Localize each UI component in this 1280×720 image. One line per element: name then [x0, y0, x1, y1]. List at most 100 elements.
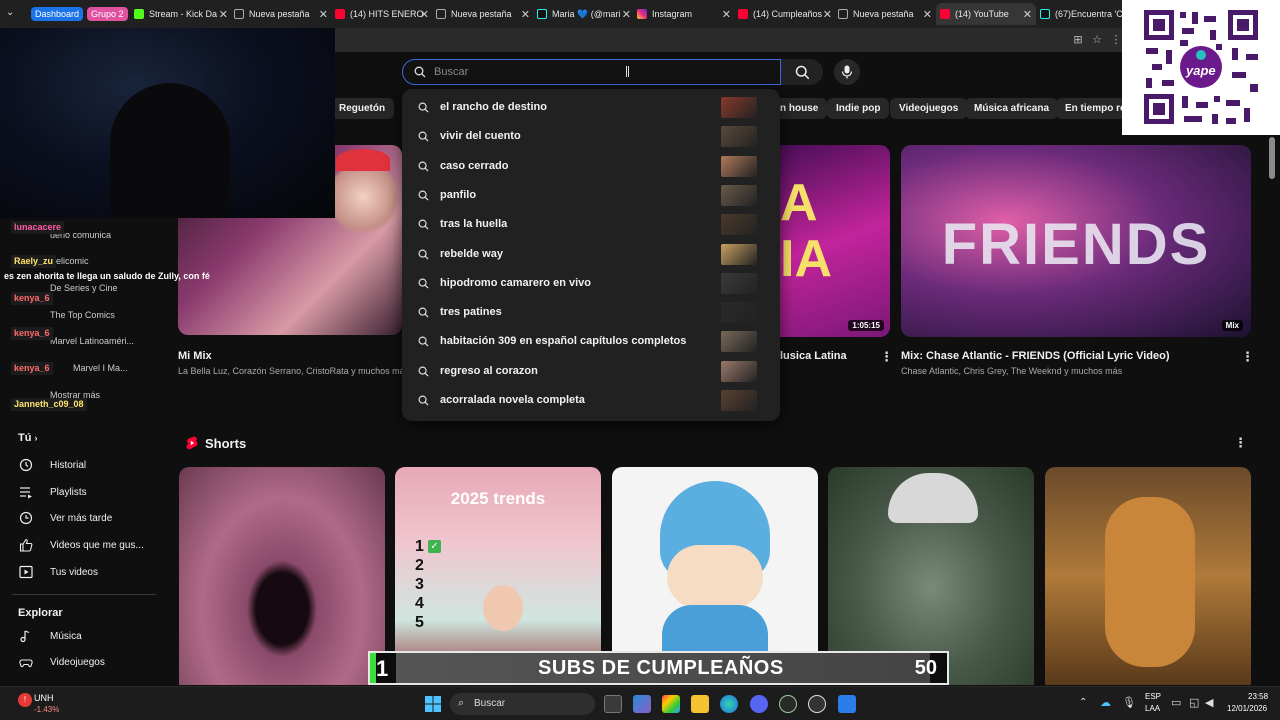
tab-cumpleanos[interactable]: (14) Cumpleaños ✕	[738, 3, 836, 25]
more-options-icon[interactable]: ⋮	[1241, 349, 1254, 365]
tab-hits-enero[interactable]: (14) HITS ENERO ✕	[335, 3, 433, 25]
stock-widget-icon[interactable]: !	[18, 693, 32, 707]
suggestion-text: el rancho de destino	[440, 101, 547, 113]
mix-title[interactable]: lusica Latina	[780, 350, 847, 362]
tab-kick-stream[interactable]: Stream - Kick Da ✕	[134, 3, 232, 25]
search-suggestion[interactable]: habitación 309 en español capítulos comp…	[402, 327, 780, 356]
search-suggestion[interactable]: acorralada novela completa	[402, 386, 780, 415]
sidebar-item-music[interactable]: Música	[18, 625, 82, 647]
close-icon[interactable]: ✕	[521, 8, 530, 21]
sidebar-item-label: Videojuegos	[50, 656, 105, 668]
trend-number: 4	[415, 595, 424, 612]
bookmark-star-icon[interactable]: ☆	[1091, 34, 1103, 46]
more-options-icon[interactable]: ⋮	[880, 349, 893, 365]
search-suggestion[interactable]: hipodromo camarero en vivo	[402, 269, 780, 298]
clock-date[interactable]: 12/01/2026	[1227, 704, 1267, 713]
file-explorer-icon[interactable]	[691, 695, 709, 713]
sidebar-heading-you[interactable]: Tú ›	[18, 432, 38, 444]
windows-start-icon[interactable]	[425, 696, 441, 712]
edge-browser-icon[interactable]	[720, 695, 738, 713]
mix-title[interactable]: Mi Mix	[178, 350, 212, 362]
suggestion-text: vivir del cuento	[440, 130, 521, 143]
search-suggestion[interactable]: tres patines	[402, 298, 780, 327]
copilot-icon[interactable]	[633, 695, 651, 713]
suggestion-thumbnail	[721, 331, 757, 353]
sidebar-item-history[interactable]: Historial	[18, 454, 86, 476]
webcam-overlay	[0, 28, 335, 218]
photos-icon[interactable]	[838, 695, 856, 713]
network-icon[interactable]: ◱	[1189, 696, 1199, 709]
taskbar-search-box[interactable]: ⌕ Buscar	[450, 693, 595, 715]
search-suggestion[interactable]: regreso al corazon	[402, 357, 780, 386]
tab-new-tab-2[interactable]: Nueva pestaña ✕	[436, 3, 534, 25]
more-options-icon[interactable]: ⋮	[1234, 435, 1247, 451]
close-icon[interactable]: ✕	[219, 8, 228, 21]
pocoyo-face-icon	[667, 545, 763, 609]
search-suggestion[interactable]: vivir del cuento	[402, 122, 780, 151]
tab-instagram[interactable]: Instagram ✕	[637, 3, 735, 25]
youtube-search-box[interactable]	[402, 59, 781, 85]
tab-search-chevron-icon[interactable]: ⌄	[6, 7, 14, 18]
onedrive-icon[interactable]: ☁	[1100, 696, 1111, 709]
tab-group-grupo-2[interactable]: Grupo 2	[87, 7, 128, 21]
close-icon[interactable]: ✕	[1023, 8, 1032, 21]
suggestion-thumbnail	[721, 272, 757, 294]
close-icon[interactable]: ✕	[319, 8, 328, 21]
chip-musica-africana[interactable]: Música africana	[965, 98, 1059, 119]
mix-thumbnail-musica-latina[interactable]: A IA 1:05:15	[780, 145, 890, 337]
search-icon	[418, 190, 429, 201]
search-input[interactable]	[434, 63, 754, 81]
short-thumbnail-lotso[interactable]	[179, 467, 385, 685]
sidebar-item-watch-later[interactable]: Ver más tarde	[18, 507, 112, 529]
sidebar-item-gaming[interactable]: Videojuegos	[18, 651, 105, 673]
clock-time[interactable]: 23:58	[1248, 692, 1268, 701]
search-suggestion[interactable]: tras la huella	[402, 210, 780, 239]
search-suggestion[interactable]: panfilo	[402, 181, 780, 210]
discord-icon[interactable]	[750, 695, 768, 713]
search-suggestion[interactable]: rebelde way	[402, 240, 780, 269]
voice-search-button[interactable]	[834, 59, 860, 85]
close-icon[interactable]: ✕	[722, 8, 731, 21]
tab-encuentra[interactable]: (67)Encuentra 'C	[1040, 3, 1122, 25]
sidebar-item-your-videos[interactable]: Tus videos	[18, 561, 98, 583]
chip-videojuegos[interactable]: Videojuegos	[890, 98, 968, 119]
gamepad-icon	[18, 654, 34, 670]
short-thumbnail-wooden-face[interactable]	[1045, 467, 1251, 685]
search-suggestion[interactable]: el rancho de destino	[402, 93, 780, 122]
sidebar-item-label: Tus videos	[50, 566, 98, 578]
install-app-icon[interactable]: ⊞	[1072, 34, 1084, 46]
task-view-icon[interactable]	[604, 695, 622, 713]
extensions-icon[interactable]: ⋮	[1110, 34, 1122, 46]
tab-new-tab-3[interactable]: Nueva pestaña ✕	[838, 3, 936, 25]
microphone-icon[interactable]: 🎙	[1122, 696, 1136, 709]
page-scrollbar-thumb[interactable]	[1269, 137, 1275, 179]
short-overlay-text: 2025 trends	[450, 489, 546, 508]
mix-title[interactable]: Mix: Chase Atlantic - FRIENDS (Official …	[901, 350, 1170, 362]
chip-house[interactable]: n house	[776, 98, 828, 119]
display-icon[interactable]: ▭	[1171, 696, 1181, 709]
app-icon[interactable]	[779, 695, 797, 713]
shorts-heading: Shorts	[205, 436, 247, 451]
mix-thumbnail-friends[interactable]: FRIENDS Mix	[901, 145, 1251, 337]
obs-icon[interactable]	[808, 695, 826, 713]
search-button[interactable]	[781, 59, 823, 85]
tab-group-dashboard[interactable]: Dashboard	[31, 7, 84, 21]
chevron-up-icon[interactable]: ⌃	[1079, 697, 1087, 708]
chip-regueton[interactable]: Reguetón	[330, 98, 395, 119]
volume-icon[interactable]: ◀	[1205, 696, 1213, 709]
tab-new-tab[interactable]: Nueva pestaña ✕	[234, 3, 332, 25]
language-code[interactable]: ESP	[1145, 692, 1161, 701]
close-icon[interactable]: ✕	[823, 8, 832, 21]
copilot-app-icon[interactable]	[662, 695, 680, 713]
close-icon[interactable]: ✕	[420, 8, 429, 21]
sidebar-item-liked-videos[interactable]: Videos que me gus...	[18, 534, 144, 556]
sidebar-item-playlists[interactable]: Playlists	[18, 481, 87, 503]
close-icon[interactable]: ✕	[923, 8, 932, 21]
page-icon	[234, 9, 244, 19]
tab-youtube-active[interactable]: (14) YouTube ✕	[936, 3, 1036, 25]
tab-tiktok-maria[interactable]: Maria 💙 (@mari ✕	[537, 3, 635, 25]
tab-label: (67)Encuentra 'C	[1055, 9, 1122, 19]
search-suggestion[interactable]: caso cerrado	[402, 152, 780, 181]
close-icon[interactable]: ✕	[622, 8, 631, 21]
chip-indie-pop[interactable]: Indie pop	[827, 98, 890, 119]
